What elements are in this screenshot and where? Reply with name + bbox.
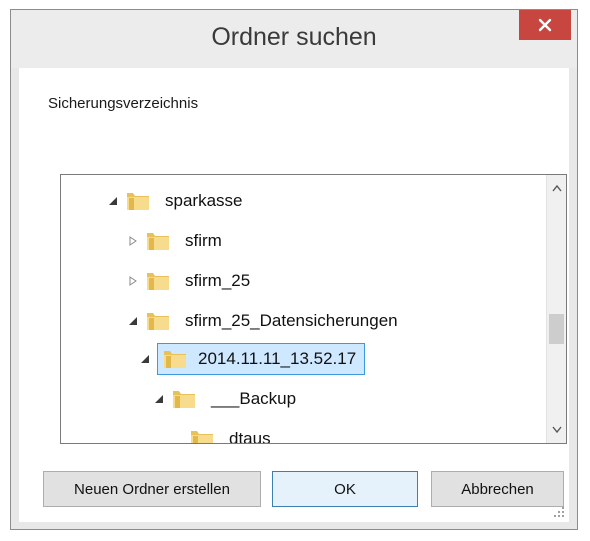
dialog-window: Ordner suchen Sicherungsverzeichnis spar…	[10, 9, 578, 530]
scroll-down-button[interactable]	[547, 417, 566, 443]
new-folder-button[interactable]: Neuen Ordner erstellen	[43, 471, 261, 507]
tree-node-sfirm-25[interactable]: sfirm_25	[127, 263, 254, 299]
folder-tree-viewport: sparkasse sfirm sfirm_25 sfirm_25_Datens…	[61, 175, 547, 443]
scroll-thumb[interactable]	[549, 314, 564, 344]
collapsed-arrow-icon[interactable]	[127, 235, 139, 247]
tree-node-label: 2014.11.11_13.52.17	[198, 349, 357, 368]
folder-icon	[145, 270, 171, 292]
window-title: Ordner suchen	[211, 23, 377, 51]
chevron-down-icon	[551, 426, 562, 434]
folder-icon	[145, 230, 171, 252]
tree-node-label: sparkasse	[165, 191, 243, 210]
expanded-arrow-icon[interactable]	[153, 393, 165, 405]
folder-tree[interactable]: sparkasse sfirm sfirm_25 sfirm_25_Datens…	[60, 174, 567, 444]
selected-node-highlight[interactable]: 2014.11.11_13.52.17	[157, 343, 366, 375]
tree-node-label: ___Backup	[211, 389, 297, 408]
new-folder-button-label: Neuen Ordner erstellen	[74, 480, 230, 498]
dialog-client-area: Sicherungsverzeichnis sparkasse sfirm sf…	[19, 68, 569, 522]
close-button[interactable]	[519, 10, 571, 40]
folder-icon	[145, 310, 171, 332]
resize-grip-icon[interactable]	[553, 506, 565, 518]
tree-node-backup[interactable]: ___Backup	[153, 381, 300, 417]
ok-button-label: OK	[334, 480, 356, 498]
dialog-prompt: Sicherungsverzeichnis	[48, 95, 199, 112]
ok-button[interactable]: OK	[272, 471, 418, 507]
tree-node-label: sfirm	[185, 231, 222, 250]
folder-icon	[162, 348, 188, 370]
folder-icon	[189, 428, 215, 443]
close-icon	[538, 18, 552, 32]
cancel-button-label: Abbrechen	[461, 480, 534, 498]
expanded-arrow-icon[interactable]	[107, 195, 119, 207]
chevron-up-icon	[551, 184, 562, 192]
expanded-arrow-icon[interactable]	[127, 315, 139, 327]
expanded-arrow-icon[interactable]	[139, 353, 151, 365]
cancel-button[interactable]: Abbrechen	[431, 471, 564, 507]
collapsed-arrow-icon[interactable]	[127, 275, 139, 287]
tree-node-label: sfirm_25	[185, 271, 251, 290]
scroll-up-button[interactable]	[547, 175, 566, 201]
folder-icon	[171, 388, 197, 410]
tree-node-sfirm[interactable]: sfirm	[127, 223, 226, 259]
tree-node-sfirm-25-datensicherungen[interactable]: sfirm_25_Datensicherungen	[127, 303, 402, 339]
vertical-scrollbar[interactable]	[546, 175, 566, 443]
tree-node-dtaus[interactable]: dtaus	[189, 421, 275, 443]
tree-node-sparkasse[interactable]: sparkasse	[107, 183, 246, 219]
title-bar[interactable]: Ordner suchen	[11, 10, 577, 68]
tree-node-2014-11-11[interactable]: 2014.11.11_13.52.17	[139, 341, 366, 377]
tree-node-label: sfirm_25_Datensicherungen	[185, 311, 398, 330]
tree-node-label: dtaus	[229, 429, 271, 443]
folder-icon	[125, 190, 151, 212]
